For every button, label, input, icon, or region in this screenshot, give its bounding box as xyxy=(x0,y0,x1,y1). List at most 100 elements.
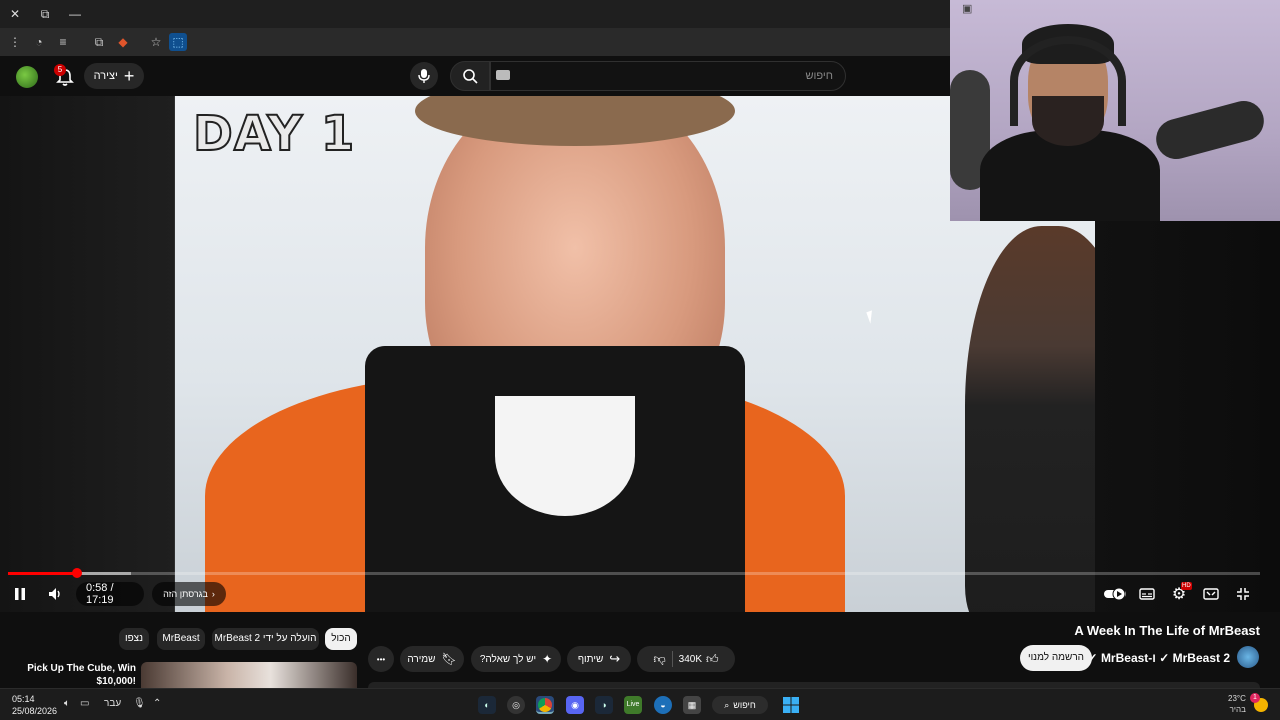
chapter-label: בגרסתן הזה xyxy=(163,589,208,599)
browser-toolbar: ⋮ ◔ ≡ ⧉ ◆ ☆ ⬚ xyxy=(0,28,950,56)
speaker-icon[interactable]: 🔈︎ xyxy=(64,698,70,709)
ask-label: יש לך שאלה? xyxy=(479,653,537,665)
save-label: שמירה xyxy=(407,653,436,665)
restore-icon: ⧉ xyxy=(40,7,50,21)
ask-button[interactable]: ✦ יש לך שאלה? xyxy=(471,646,561,672)
notifications-badge: 5 xyxy=(54,64,66,76)
reading-list-icon[interactable]: ≡ xyxy=(54,33,72,51)
network-icon[interactable]: ▭ xyxy=(80,698,89,709)
miniplayer-icon xyxy=(1203,588,1219,600)
steam-alt-icon[interactable]: ◑ xyxy=(595,696,613,714)
edge-icon[interactable]: ◒ xyxy=(654,696,672,714)
plus-icon: + xyxy=(123,66,135,86)
notifications-button[interactable]: 5 xyxy=(54,64,76,88)
live-icon[interactable]: Live xyxy=(624,696,642,714)
progress-bar[interactable] xyxy=(8,568,1260,578)
pause-button[interactable] xyxy=(8,582,32,606)
sync-icon[interactable]: ◔ xyxy=(30,33,48,51)
windows-logo-icon xyxy=(783,697,799,713)
save-button[interactable]: 🔖︎ שמירה xyxy=(400,646,464,672)
settings-button[interactable]: ⚙ HD xyxy=(1168,582,1192,606)
chrome-icon[interactable] xyxy=(536,696,554,714)
weather-desc: בהיר xyxy=(1229,705,1246,714)
chevron-up-icon[interactable]: ⌃ xyxy=(153,698,161,709)
time-display-text: 0:58 / 17:19 xyxy=(86,582,114,606)
active-extension-icon[interactable]: ⬚ xyxy=(169,33,187,51)
likes-count: 340K xyxy=(678,653,702,665)
search-input[interactable]: חיפוש xyxy=(490,61,846,91)
progress-scrubber[interactable] xyxy=(71,568,82,578)
more-horiz-icon: ••• xyxy=(376,654,386,664)
subtitles-button[interactable] xyxy=(1136,582,1158,606)
hd-badge: HD xyxy=(1181,582,1192,590)
video-second-person xyxy=(965,226,1095,612)
more-vert-icon[interactable]: ⋮ xyxy=(6,33,24,51)
divider xyxy=(671,651,673,667)
close-window-button[interactable]: ✕ xyxy=(6,5,24,23)
chip-all[interactable]: הכול xyxy=(325,628,357,650)
video-title: A Week In The Life of MrBeast xyxy=(1074,623,1260,638)
clock[interactable]: 05:14 25/08/2026 xyxy=(12,693,57,717)
weather-temp: 23°C xyxy=(1228,694,1246,703)
minimize-window-button[interactable]: — xyxy=(66,5,84,23)
fullscreen-exit-icon xyxy=(1237,588,1249,600)
create-label: יצירה xyxy=(93,70,118,82)
search-button[interactable] xyxy=(450,61,490,91)
chapter-button[interactable]: בגרסתן הזה › xyxy=(152,582,226,606)
language-indicator[interactable]: עבר xyxy=(104,698,121,709)
volume-icon xyxy=(49,588,60,600)
taskbar-search-label: חיפוש xyxy=(733,700,756,710)
chip-watched[interactable]: נצפו xyxy=(119,628,149,650)
weather-widget[interactable]: 23°C בהיר xyxy=(1228,693,1246,715)
webcam-window-icon: ▣ xyxy=(962,3,973,15)
subtitles-icon xyxy=(1139,588,1155,600)
video-subject-shirt xyxy=(495,396,635,516)
fullscreen-button[interactable] xyxy=(1232,582,1254,606)
ublock-icon[interactable]: ◆ xyxy=(114,33,132,51)
chrome-logo xyxy=(538,698,552,712)
channel-name[interactable]: MrBeast 2 ✓ ו-MrBeast ✓ xyxy=(1088,651,1230,665)
volume-button[interactable] xyxy=(42,582,68,606)
channel-avatar[interactable] xyxy=(1237,646,1259,668)
account-avatar[interactable] xyxy=(16,66,38,88)
subscribe-button[interactable]: הרשמה למנוי xyxy=(1020,645,1092,671)
mouse-cursor-icon xyxy=(866,308,882,324)
recommendation-title[interactable]: Pick Up The Cube, Win $10,000! xyxy=(20,662,136,688)
clock-date: 25/08/2026 xyxy=(12,706,58,716)
close-icon: ✕ xyxy=(9,7,21,21)
headphones-icon xyxy=(1010,36,1126,126)
voice-search-button[interactable] xyxy=(410,62,438,90)
like-button[interactable]: 340K 👍︎ xyxy=(679,652,719,667)
autoplay-toggle[interactable] xyxy=(1102,582,1128,606)
discord-icon[interactable]: ◉ xyxy=(566,696,584,714)
create-button[interactable]: יצירה + xyxy=(84,63,144,89)
search-icon: ⌕ xyxy=(724,700,730,710)
time-display: 0:58 / 17:19 xyxy=(76,582,144,606)
microphone-tray-icon[interactable]: 🎙︎ xyxy=(133,698,146,709)
share-button[interactable]: ↪ שיתוף xyxy=(567,646,631,672)
chip-uploaded-by[interactable]: הועלה על ידי MrBeast 2 xyxy=(212,628,319,650)
screen: ✕ ⧉ — ⋮ ◔ ≡ ⧉ ◆ ☆ ⬚ 5 יצירה + חיפוש DAY … xyxy=(0,0,1280,720)
webcam-overlay xyxy=(950,0,1280,221)
pause-icon xyxy=(15,588,25,600)
start-button[interactable] xyxy=(782,696,800,714)
more-actions-button[interactable]: ••• xyxy=(368,646,394,672)
bookmark-icon: 🔖︎ xyxy=(441,652,457,666)
microphone-icon xyxy=(418,69,430,83)
obs-icon[interactable]: ◎ xyxy=(507,696,525,714)
share-icon: ↪ xyxy=(609,651,621,666)
extensions-icon[interactable]: ⧉ xyxy=(90,33,108,51)
miniplayer-button[interactable] xyxy=(1200,582,1222,606)
taskbar-search[interactable]: חיפוש ⌕ xyxy=(712,696,768,714)
steam-icon[interactable]: ◐ xyxy=(478,696,496,714)
keyboard-icon[interactable] xyxy=(496,70,510,80)
star-icon[interactable]: ☆ xyxy=(147,33,165,51)
restore-window-button[interactable]: ⧉ xyxy=(36,5,54,23)
dislike-button[interactable]: 👎︎ xyxy=(653,652,665,667)
autoplay-toggle-icon xyxy=(1104,587,1126,601)
chevron-right-icon: › xyxy=(211,589,215,599)
browser-titlebar: ✕ ⧉ — xyxy=(0,0,950,28)
windows-taskbar: 05:14 25/08/2026 🔈︎ ▭ עבר 🎙︎ ⌃ ◐ ◎ ◉ ◑ L… xyxy=(0,688,1280,720)
calculator-icon[interactable]: ▦ xyxy=(683,696,701,714)
chip-mrbeast[interactable]: MrBeast xyxy=(157,628,205,650)
